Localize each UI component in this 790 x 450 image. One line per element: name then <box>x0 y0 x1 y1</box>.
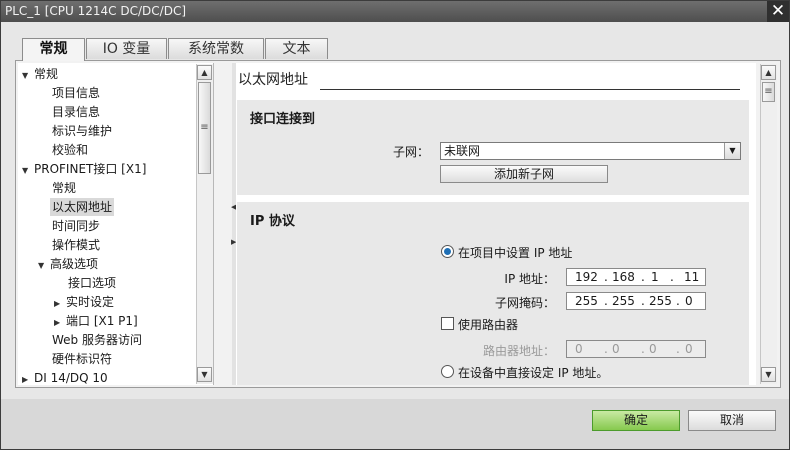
router-octet: 0 <box>612 342 620 356</box>
tree-node-label: 实时设定 <box>66 295 115 309</box>
subnet-select[interactable]: 未联网 ▼ <box>440 142 741 160</box>
subnet-label: 子网： <box>392 145 429 159</box>
interface-header: 接口连接到 <box>250 112 316 127</box>
tree-node-profinet-general[interactable]: 常规 <box>52 179 76 197</box>
router-address-label: 路由器地址： <box>482 344 555 358</box>
expand-arrow-icon[interactable]: ▼ <box>38 257 50 275</box>
use-router-checkbox[interactable] <box>441 317 454 330</box>
expand-arrow-icon[interactable]: ▶ <box>22 371 34 385</box>
tree-node-label: 常规 <box>34 67 59 81</box>
tree-node-realtime-settings[interactable]: ▶ 实时设定 <box>54 293 114 311</box>
section-divider <box>320 89 740 90</box>
tree-node-label: 校验和 <box>52 143 89 157</box>
tree-node-label: 硬件标识符 <box>52 352 113 366</box>
scroll-down-icon[interactable]: ▼ <box>197 367 212 382</box>
tree-scrollbar[interactable]: ▲ ≡ ▼ <box>196 64 213 384</box>
tree-node-di-dq[interactable]: ▶ DI 14/DQ 10 <box>22 369 108 385</box>
set-ip-on-device-label: 在设备中直接设定 IP 地址。 <box>458 366 609 380</box>
properties-dialog: PLC_1 [CPU 1214C DC/DC/DC] ✕ 常规 IO 变量 系统… <box>0 0 790 450</box>
cancel-button[interactable]: 取消 <box>688 410 776 431</box>
window-title: PLC_1 [CPU 1214C DC/DC/DC] <box>5 4 187 18</box>
tree-node-profinet[interactable]: ▼ PROFINET接口 [X1] <box>22 160 146 178</box>
title-bar: PLC_1 [CPU 1214C DC/DC/DC] ✕ <box>1 1 789 22</box>
ok-button[interactable]: 确定 <box>592 410 680 431</box>
properties-scroll-thumb[interactable]: ≡ <box>762 82 775 102</box>
subnet-mask-label: 子网掩码： <box>494 296 555 310</box>
tree-node-label: 操作模式 <box>52 238 101 252</box>
expand-arrow-icon[interactable]: ▶ <box>54 295 66 313</box>
expand-arrow-icon[interactable]: ▼ <box>22 162 34 180</box>
tree-node-advanced-options[interactable]: ▼ 高级选项 <box>38 255 98 273</box>
tree-node-project-info[interactable]: 项目信息 <box>52 84 100 102</box>
tree-node-port[interactable]: ▶ 端口 [X1 P1] <box>54 312 138 330</box>
ip-octet: 168 <box>612 270 635 284</box>
scroll-up-icon[interactable]: ▲ <box>761 65 776 80</box>
tree-node-hardware-id[interactable]: 硬件标识符 <box>52 350 112 368</box>
expand-arrow-icon[interactable]: ▼ <box>22 67 34 85</box>
ip-protocol-panel: IP 协议 在项目中设置 IP 地址 IP 地址： 192 . 168 . 1 … <box>237 202 749 385</box>
tree-node-operating-mode[interactable]: 操作模式 <box>52 236 100 254</box>
ip-protocol-header: IP 协议 <box>250 214 295 229</box>
router-octet: 0 <box>649 342 657 356</box>
tree-node-checksum[interactable]: 校验和 <box>52 141 88 159</box>
subnet-mask-field[interactable]: 255 . 255 . 255 . 0 <box>566 292 706 310</box>
tree-node-label: 目录信息 <box>52 105 101 119</box>
ip-octet: 192 <box>575 270 598 284</box>
tree-node-label: 接口选项 <box>68 276 117 290</box>
tree-node-label: DI 14/DQ 10 <box>34 371 108 385</box>
tree-scroll-thumb[interactable]: ≡ <box>198 82 211 174</box>
tree-node-label: Web 服务器访问 <box>52 333 142 347</box>
section-title: 以太网地址 <box>238 72 308 88</box>
scroll-up-icon[interactable]: ▲ <box>197 65 212 80</box>
chevron-down-icon[interactable]: ▼ <box>724 143 740 159</box>
close-icon[interactable]: ✕ <box>767 1 789 22</box>
ip-address-label: IP 地址： <box>504 272 555 286</box>
properties-scrollbar[interactable]: ▲ ≡ ▼ <box>760 64 777 384</box>
ip-octet: 11 <box>684 270 700 284</box>
router-octet: 0 <box>575 342 583 356</box>
ip-address-field[interactable]: 192 . 168 . 1 . 11 <box>566 268 706 286</box>
tree-node-label: 时间同步 <box>52 219 101 233</box>
tree-node-catalog-info[interactable]: 目录信息 <box>52 103 100 121</box>
mask-octet: 255 <box>649 294 672 308</box>
tab-io-tags[interactable]: IO 变量 <box>86 38 167 59</box>
set-ip-on-device-radio[interactable] <box>441 365 454 378</box>
tree-node-label: 常规 <box>52 181 77 195</box>
section-header: 以太网地址 <box>236 65 756 90</box>
tree-node-label: 高级选项 <box>50 257 99 271</box>
tree-node-identification[interactable]: 标识与维护 <box>52 122 112 140</box>
set-ip-in-project-label: 在项目中设置 IP 地址 <box>458 246 573 260</box>
mask-octet: 0 <box>685 294 693 308</box>
expand-arrow-icon[interactable]: ▶ <box>54 314 66 332</box>
scroll-down-icon[interactable]: ▼ <box>761 367 776 382</box>
use-router-label: 使用路由器 <box>458 318 519 332</box>
tree-node-time-sync[interactable]: 时间同步 <box>52 217 100 235</box>
tree-node-general[interactable]: ▼ 常规 <box>22 65 58 83</box>
tree-node-ethernet-address[interactable]: 以太网地址 <box>50 198 115 216</box>
tree-node-label: 项目信息 <box>52 86 101 100</box>
tree-node-interface-options[interactable]: 接口选项 <box>68 274 116 292</box>
interface-panel: 接口连接到 子网： 未联网 ▼ 添加新子网 <box>237 100 749 195</box>
content-area: ▼ 常规 项目信息 目录信息 标识与维护 校验和 ▼ PROFINET接口 [X1]… <box>15 60 781 388</box>
router-address-field[interactable]: 0 . 0 . 0 . 0 <box>566 340 706 358</box>
tree-node-web-server[interactable]: Web 服务器访问 <box>52 331 142 349</box>
tree-node-label: PROFINET接口 [X1] <box>34 162 147 176</box>
ip-octet: 1 <box>651 270 659 284</box>
mask-octet: 255 <box>612 294 635 308</box>
tab-general[interactable]: 常规 <box>22 38 85 61</box>
tree-node-label: 端口 [X1 P1] <box>66 314 138 328</box>
properties-pane: 以太网地址 接口连接到 子网： 未联网 ▼ 添加新子网 IP 协议 在项目中设置… <box>236 63 756 385</box>
subnet-value: 未联网 <box>444 144 481 158</box>
tree-node-label: 以太网地址 <box>52 200 113 214</box>
mask-octet: 255 <box>575 294 598 308</box>
tree-node-label: 标识与维护 <box>52 124 113 138</box>
add-subnet-button[interactable]: 添加新子网 <box>440 165 608 183</box>
set-ip-in-project-radio[interactable] <box>441 245 454 258</box>
navigation-tree: ▼ 常规 项目信息 目录信息 标识与维护 校验和 ▼ PROFINET接口 [X1]… <box>18 63 214 385</box>
tab-system-constants[interactable]: 系统常数 <box>168 38 264 59</box>
router-octet: 0 <box>685 342 693 356</box>
tab-texts[interactable]: 文本 <box>265 38 328 59</box>
